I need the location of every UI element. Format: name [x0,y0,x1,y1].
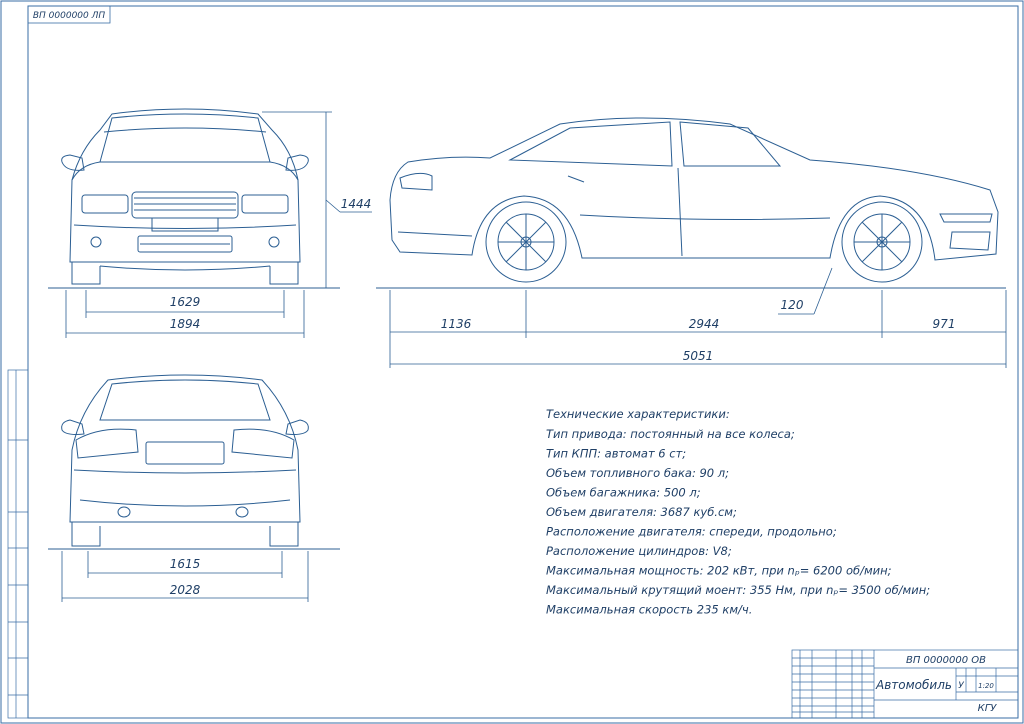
dim-front-width: 1894 [170,317,201,331]
dim-ground-clearance: 120 [781,298,804,312]
title-code: ВП 0000000 ОВ [906,655,986,666]
dim-front-overhang: 1136 [441,317,472,331]
dim-rear-track: 1615 [170,557,201,571]
spec-line: Расположение цилиндров: V8; [546,544,732,558]
spec-line: Максимальная скорость 235 км/ч. [546,603,752,617]
spec-line: Тип привода: постоянный на все колеса; [546,427,795,441]
title-letter: У [958,681,964,691]
dim-front-track: 1629 [170,295,201,309]
specs-heading: Технические характеристики: [546,407,730,421]
front-wheel-spokes [498,214,554,270]
dim-wheelbase: 2944 [689,317,720,331]
spec-line: Объем двигателя: 3687 куб.см; [546,505,737,519]
spec-line: Максимальная мощность: 202 кВт, при nₚ= … [546,564,892,578]
title-org: КГУ [978,703,998,714]
dim-front-height: 1444 [341,197,372,211]
outer-border [0,0,1024,724]
dim-rear-overhang: 971 [933,317,956,331]
spec-line: Объем багажника: 500 л; [546,486,701,500]
title-scale: 1:20 [978,682,994,690]
title-name: Автомобиль [875,678,952,692]
code-stamp-text: ВП 0000000 ЛП [33,11,106,21]
drawing-sheet: ВП 0000000 ЛП 1629 1894 1444 1136 2944 9… [0,0,1024,724]
spec-line: Тип КПП: автомат 6 ст; [546,447,686,461]
dim-overall-length: 5051 [683,349,714,363]
spec-line: Расположение двигателя: спереди, продоль… [546,525,837,539]
spec-line: Объем топливного бака: 90 л; [546,466,729,480]
spec-line: Максимальный крутящий моент: 355 Нм, при… [546,583,930,597]
rear-wheel-spokes [854,214,910,270]
dim-rear-width: 2028 [170,583,201,597]
